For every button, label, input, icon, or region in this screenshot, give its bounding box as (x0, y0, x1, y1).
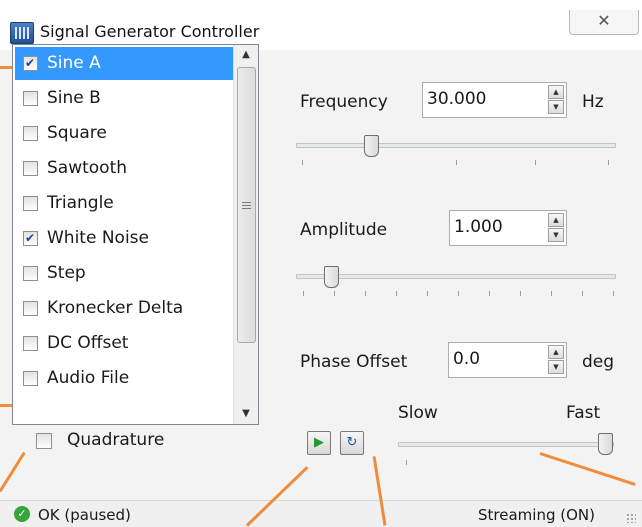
signal-label: Sawtooth (47, 158, 128, 178)
list-item[interactable]: Kronecker Delta (15, 292, 233, 325)
signal-checkbox[interactable] (23, 91, 38, 106)
frequency-unit: Hz (582, 92, 604, 112)
slider-tick (608, 160, 609, 165)
speed-slider-thumb[interactable] (598, 433, 613, 455)
signal-checkbox[interactable] (23, 371, 38, 386)
slider-tick (334, 291, 335, 296)
slider-tick (303, 291, 304, 296)
phase-offset-label: Phase Offset (300, 352, 408, 372)
list-item[interactable]: Sine A (15, 47, 233, 80)
annotation-edge-mark (0, 404, 12, 407)
frequency-down-icon[interactable]: ▼ (548, 100, 564, 114)
list-item[interactable]: Sine B (15, 82, 233, 115)
scroll-up-arrow-icon[interactable]: ▲ (234, 45, 258, 65)
signal-checkbox[interactable] (23, 126, 38, 141)
signal-checkbox[interactable] (23, 222, 38, 255)
slider-tick (613, 291, 614, 296)
frequency-value[interactable]: 30.000 (427, 89, 486, 109)
signal-label: Kronecker Delta (47, 298, 184, 318)
speed-slow-label: Slow (398, 403, 438, 423)
speed-fast-label: Fast (566, 403, 601, 423)
phase-down-icon[interactable]: ▼ (548, 360, 564, 374)
frequency-label: Frequency (300, 92, 388, 112)
phase-offset-value[interactable]: 0.0 (453, 349, 480, 369)
quadrature-label: Quadrature (67, 430, 165, 450)
signal-label: Triangle (47, 193, 114, 213)
signal-list[interactable]: Audio File DC Offset Kronecker Delta Step Wh… (12, 44, 259, 425)
signal-generator-window: Signal Generator Controller ✕ Audio File… (0, 10, 642, 527)
amplitude-label: Amplitude (300, 220, 388, 240)
amplitude-down-icon[interactable]: ▼ (548, 228, 564, 242)
list-scrollbar[interactable]: ▲ ▼ (233, 45, 258, 424)
slider-tick (458, 291, 459, 296)
signal-label: Audio File (47, 368, 130, 388)
quadrature-checkbox[interactable] (36, 433, 52, 449)
signal-checkbox[interactable] (23, 47, 38, 80)
scroll-down-arrow-icon[interactable]: ▼ (234, 404, 258, 424)
slider-tick (489, 291, 490, 296)
signal-checkbox[interactable] (23, 161, 38, 176)
list-item[interactable]: Step (15, 257, 233, 290)
signal-label: White Noise (47, 228, 149, 248)
speed-slider[interactable] (398, 442, 614, 447)
slider-tick (302, 160, 303, 165)
slider-tick (365, 291, 366, 296)
amplitude-value[interactable]: 1.000 (454, 217, 503, 237)
annotation-edge-mark (0, 66, 12, 69)
amplitude-up-icon[interactable]: ▲ (548, 213, 564, 227)
frequency-slider-thumb[interactable] (364, 135, 379, 157)
resize-grip-icon[interactable] (626, 513, 636, 523)
frequency-up-icon[interactable]: ▲ (548, 85, 564, 99)
signal-label: Step (47, 263, 86, 283)
annotation-arrow (0, 451, 26, 493)
ok-check-icon: ✓ (14, 506, 30, 522)
status-text: OK (paused) (38, 506, 131, 524)
step-button[interactable]: ↻ (340, 431, 364, 455)
frequency-slider[interactable] (296, 143, 616, 148)
slider-tick (456, 160, 457, 165)
slider-tick (396, 291, 397, 296)
status-bar: ✓ OK (paused) Streaming (ON) (0, 500, 642, 527)
signal-checkbox[interactable] (23, 266, 38, 281)
signal-app-icon (10, 22, 34, 44)
amplitude-slider-thumb[interactable] (324, 266, 339, 288)
list-item[interactable]: Square (15, 117, 233, 150)
signal-checkbox[interactable] (23, 301, 38, 316)
window-title: Signal Generator Controller (40, 22, 260, 41)
slider-tick (406, 460, 407, 465)
signal-label: Sine B (47, 88, 101, 108)
annotation-arrow (539, 452, 636, 486)
signal-checkbox[interactable] (23, 196, 38, 211)
frequency-spinbox[interactable]: 30.000 ▲ ▼ (422, 82, 567, 118)
signal-label: Sine A (47, 53, 101, 73)
list-item[interactable]: Audio File (15, 362, 233, 395)
phase-up-icon[interactable]: ▲ (548, 345, 564, 359)
slider-tick (535, 160, 536, 165)
amplitude-slider[interactable] (296, 274, 616, 279)
amplitude-spinbox[interactable]: 1.000 ▲ ▼ (449, 210, 567, 246)
signal-checkbox[interactable] (23, 336, 38, 351)
signal-label: Square (47, 123, 107, 143)
signal-label: DC Offset (47, 333, 129, 353)
play-button[interactable]: ▶ (307, 431, 331, 455)
streaming-status: Streaming (ON) (478, 506, 595, 524)
list-item[interactable]: White Noise (15, 222, 233, 255)
list-item[interactable]: DC Offset (15, 327, 233, 360)
scroll-thumb[interactable] (237, 67, 256, 343)
list-item[interactable]: Sawtooth (15, 152, 233, 185)
slider-tick (582, 291, 583, 296)
slider-tick (427, 291, 428, 296)
slider-tick (520, 291, 521, 296)
phase-unit: deg (582, 352, 615, 372)
close-button[interactable]: ✕ (569, 10, 639, 35)
slider-tick (551, 291, 552, 296)
list-item[interactable]: Triangle (15, 187, 233, 220)
phase-offset-spinbox[interactable]: 0.0 ▲ ▼ (448, 342, 567, 378)
